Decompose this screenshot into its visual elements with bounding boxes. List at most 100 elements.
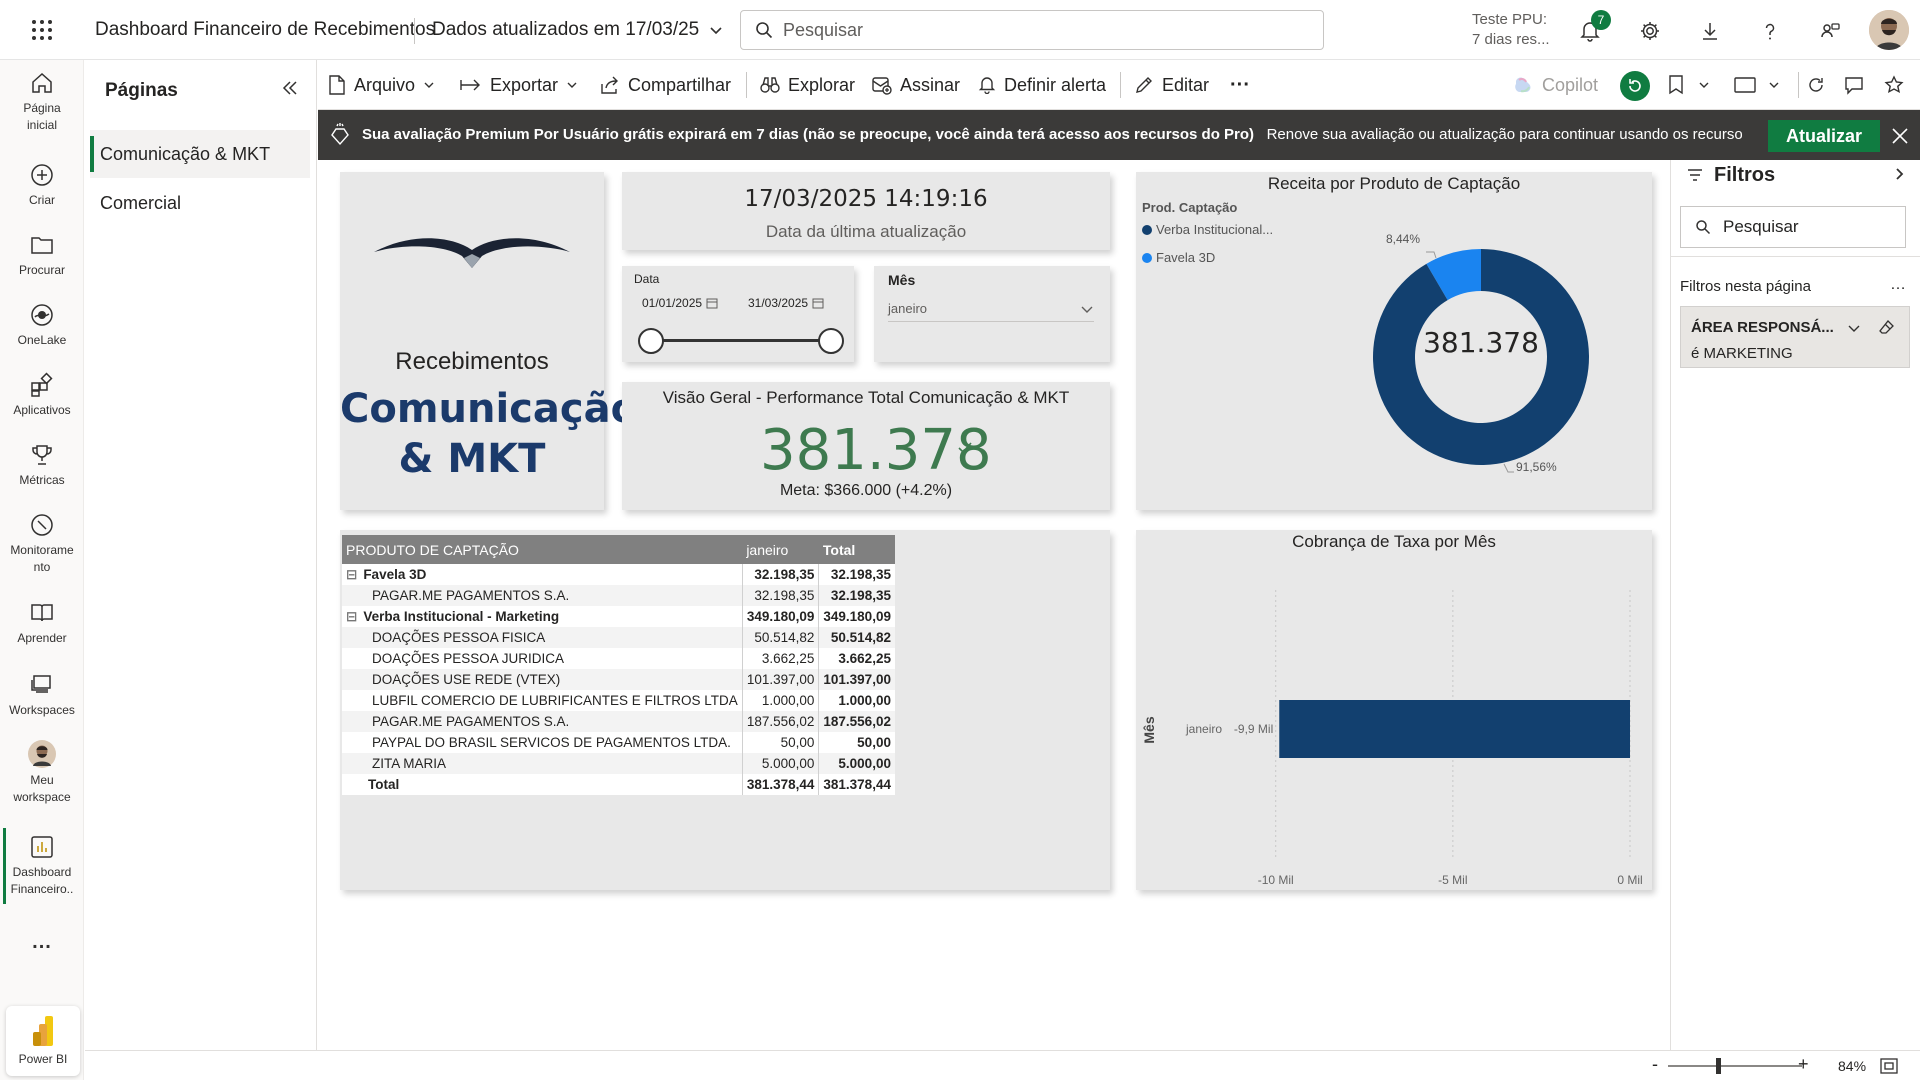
- more-options-button[interactable]: ···: [1230, 60, 1250, 110]
- date-to-input[interactable]: 31/03/2025: [748, 296, 824, 310]
- bar-chart[interactable]: -10 Mil-5 Mil0 Miljaneiro-9,9 MilValor d…: [1136, 560, 1652, 890]
- nav-metrics[interactable]: Métricas: [0, 442, 84, 489]
- matrix-row[interactable]: LUBFIL COMERCIO DE LUBRIFICANTES E FILTR…: [342, 690, 895, 711]
- matrix-row[interactable]: DOAÇÕES USE REDE (VTEX) 101.397,00 101.397…: [342, 669, 895, 690]
- share-button[interactable]: Compartilhar: [600, 60, 731, 110]
- date-slicer: Data 01/01/2025 31/03/2025: [622, 266, 854, 362]
- download-icon[interactable]: [1693, 14, 1727, 48]
- matrix-row[interactable]: ZITA MARIA 5.000,00 5.000,00: [342, 753, 895, 774]
- upgrade-button[interactable]: Atualizar: [1768, 120, 1880, 152]
- legend-item-favela[interactable]: Favela 3D: [1142, 250, 1215, 265]
- matrix-row[interactable]: DOAÇÕES PESSOA FISICA 50.514,82 50.514,82: [342, 627, 895, 648]
- search-icon: [756, 22, 773, 39]
- collapse-filters-icon[interactable]: [1892, 166, 1908, 182]
- revenue-matrix: PRODUTO DE CAPTAÇÃO janeiro Total ⊟ Favel…: [342, 535, 895, 795]
- refresh-icon[interactable]: [1806, 60, 1826, 110]
- collapse-row-icon[interactable]: ⊟: [346, 567, 357, 582]
- donut-legend-title: Prod. Captação: [1142, 200, 1238, 215]
- calendar-icon: [812, 298, 824, 309]
- matrix-cell-january: 50.514,82: [741, 627, 819, 648]
- nav-workspaces[interactable]: Workspaces: [0, 672, 84, 719]
- month-dropdown[interactable]: janeiro: [888, 296, 1094, 322]
- bar-janeiro[interactable]: [1279, 700, 1630, 758]
- explore-button[interactable]: Explorar: [760, 60, 855, 110]
- filters-search-input[interactable]: Pesquisar: [1680, 206, 1906, 248]
- data-updated-dropdown[interactable]: Dados atualizados em 17/03/25: [432, 19, 723, 41]
- comment-icon[interactable]: [1844, 60, 1864, 110]
- matrix-row[interactable]: PAGAR.ME PAGAMENTOS S.A. 32.198,35 32.198,…: [342, 585, 895, 606]
- date-range-end-handle[interactable]: [818, 328, 844, 354]
- close-icon[interactable]: [1888, 124, 1912, 148]
- matrix-total-row[interactable]: Total 381.378,44 381.378,44: [342, 774, 895, 795]
- matrix-header-january[interactable]: janeiro: [742, 535, 819, 564]
- nav-browse[interactable]: Procurar: [0, 232, 84, 279]
- nav-apps[interactable]: Aplicativos: [0, 372, 84, 419]
- subscribe-icon: [872, 77, 892, 95]
- legend-label: Favela 3D: [1156, 250, 1216, 265]
- export-menu-button[interactable]: Exportar: [460, 60, 578, 110]
- nav-more-button[interactable]: ...: [0, 930, 84, 952]
- filters-section-more[interactable]: …: [1890, 276, 1906, 294]
- matrix-header-product[interactable]: PRODUTO DE CAPTAÇÃO: [342, 535, 743, 564]
- brand-subtitle: Recebimentos: [395, 348, 549, 375]
- subscribe-button[interactable]: Assinar: [872, 60, 960, 110]
- matrix-row[interactable]: ⊟ Favela 3D 32.198,35 32.198,35: [342, 564, 895, 585]
- nav-create[interactable]: Criar: [0, 162, 84, 209]
- nav-onelake[interactable]: OneLake: [0, 302, 84, 349]
- collapse-pages-icon[interactable]: [278, 76, 302, 100]
- calendar-icon: [706, 298, 718, 309]
- bookmark-menu-button[interactable]: [1668, 60, 1710, 110]
- share-feedback-icon[interactable]: [1813, 14, 1847, 48]
- filter-card-area[interactable]: ÁREA RESPONSÁ... é MARKETING: [1680, 306, 1910, 368]
- filters-section-title: Filtros nesta página: [1680, 278, 1811, 295]
- power-bi-switcher[interactable]: Power BI: [6, 1006, 80, 1076]
- nav-dashboard[interactable]: Dashboard Financeiro..: [0, 834, 84, 898]
- workspaces-icon: [31, 675, 51, 693]
- search-input[interactable]: Pesquisar: [740, 10, 1324, 50]
- user-avatar[interactable]: [1869, 10, 1909, 50]
- page-tab-comunicacao[interactable]: Comunicação & MKT: [90, 130, 310, 178]
- zoom-in-button[interactable]: +: [1798, 1054, 1809, 1075]
- matrix-row[interactable]: ⊟ Verba Institucional - Marketing 349.180,…: [342, 606, 895, 627]
- chevron-down-icon[interactable]: [1847, 321, 1861, 335]
- matrix-row[interactable]: DOAÇÕES PESSOA JURIDICA 3.662,25 3.662,25: [342, 648, 895, 669]
- reset-icon[interactable]: [1620, 71, 1650, 101]
- file-menu-button[interactable]: Arquivo: [328, 60, 435, 110]
- eraser-icon[interactable]: [1879, 319, 1895, 335]
- onelake-icon: [31, 304, 53, 326]
- matrix-cell-product: LUBFIL COMERCIO DE LUBRIFICANTES E FILTR…: [342, 690, 742, 711]
- nav-home[interactable]: Página inicial: [0, 70, 84, 134]
- fit-to-page-icon[interactable]: [1880, 1058, 1898, 1074]
- settings-gear-icon[interactable]: [1633, 14, 1667, 48]
- zoom-level: 84%: [1838, 1058, 1867, 1074]
- app-launcher-icon[interactable]: [26, 16, 58, 44]
- favorite-star-icon[interactable]: [1884, 60, 1904, 110]
- legend-item-verba[interactable]: Verba Institucional...: [1142, 222, 1273, 237]
- matrix-row[interactable]: PAYPAL DO BRASIL SERVICOS DE PAGAMENTOS …: [342, 732, 895, 753]
- date-from-input[interactable]: 01/01/2025: [642, 296, 718, 310]
- page-tab-comercial[interactable]: Comercial: [90, 180, 310, 226]
- edit-button[interactable]: Editar: [1134, 60, 1209, 110]
- copilot-button[interactable]: Copilot: [1512, 60, 1598, 110]
- date-range-start-handle[interactable]: [638, 328, 664, 354]
- bar-y-axis-title: Mês: [1141, 716, 1157, 743]
- matrix-cell-total: 101.397,00: [818, 669, 895, 690]
- zoom-out-button[interactable]: -: [1652, 1054, 1658, 1075]
- view-menu-button[interactable]: [1734, 60, 1780, 110]
- trial-status[interactable]: Teste PPU: 7 dias res...: [1472, 10, 1550, 50]
- nav-monitor[interactable]: Monitoramento: [0, 512, 84, 576]
- set-alert-button[interactable]: Definir alerta: [978, 60, 1106, 110]
- brand-title: Comunicação & MKT: [340, 386, 639, 482]
- trial-line-1: Teste PPU:: [1472, 11, 1548, 28]
- zoom-slider-track[interactable]: [1668, 1065, 1802, 1067]
- collapse-row-icon[interactable]: ⊟: [346, 609, 357, 624]
- export-label: Exportar: [490, 74, 559, 95]
- nav-my-workspace[interactable]: Meu workspace: [0, 740, 84, 806]
- matrix-row[interactable]: PAGAR.ME PAGAMENTOS S.A. 187.556,02 187.55…: [342, 711, 895, 732]
- help-icon[interactable]: [1753, 14, 1787, 48]
- matrix-header-total[interactable]: Total: [818, 535, 895, 564]
- zoom-slider-handle[interactable]: [1716, 1058, 1721, 1074]
- search-placeholder: Pesquisar: [783, 19, 864, 40]
- active-page-indicator: [90, 136, 94, 172]
- nav-learn[interactable]: Aprender: [0, 600, 84, 647]
